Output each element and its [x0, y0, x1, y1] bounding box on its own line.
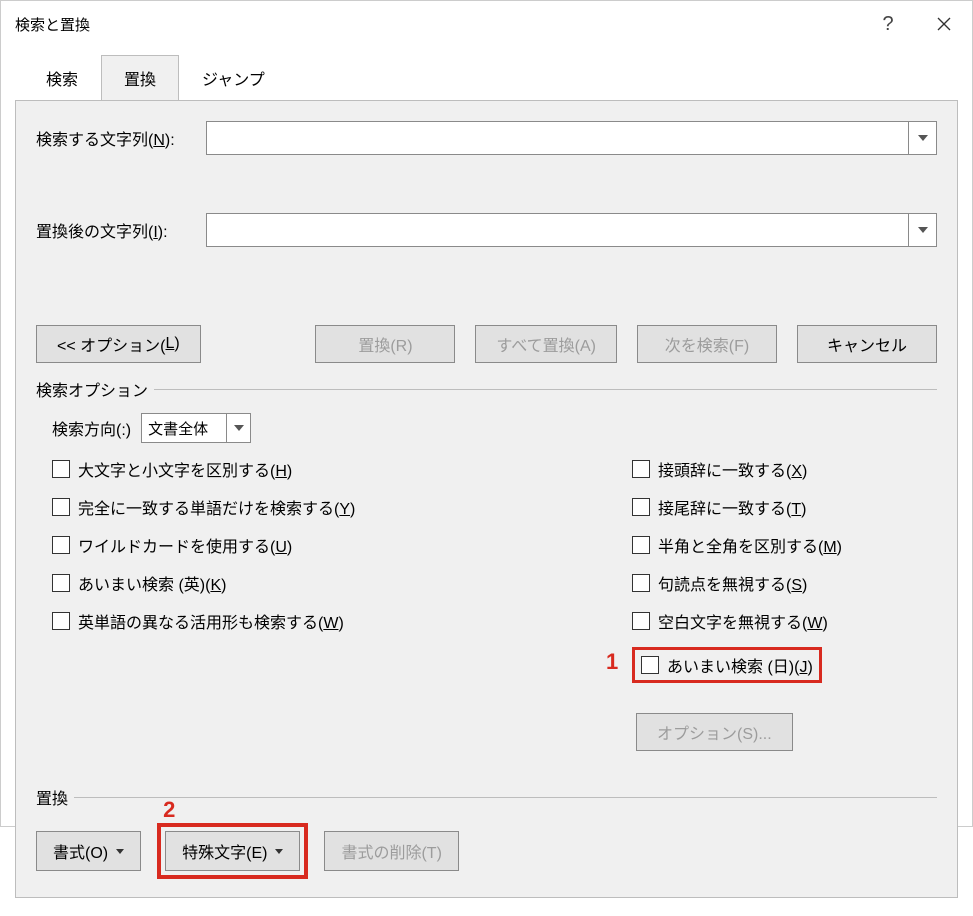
match-case-checkbox[interactable]: 大文字と小文字を区別する(H) [52, 457, 632, 481]
find-label: 検索する文字列(N): [36, 126, 206, 150]
fuzzy-options-button[interactable]: オプション(S)... [636, 713, 793, 751]
close-button[interactable] [916, 1, 972, 47]
match-prefix-checkbox[interactable]: 接頭辞に一致する(X) [632, 457, 937, 481]
tab-strip: 検索 置換 ジャンプ [23, 55, 958, 101]
tab-body: 検索する文字列(N): 置換後の文字列(I): << オプション(L) 置換(R… [15, 100, 958, 898]
find-row: 検索する文字列(N): [36, 121, 937, 155]
close-icon [937, 17, 951, 31]
replace-all-button[interactable]: すべて置換(A) [475, 325, 617, 363]
format-button[interactable]: 書式(O) [36, 831, 141, 871]
wildcards-checkbox[interactable]: ワイルドカードを使用する(U) [52, 533, 632, 557]
tab-search[interactable]: 検索 [23, 55, 101, 101]
chevron-down-icon [918, 135, 928, 141]
half-full-width-checkbox[interactable]: 半角と全角を区別する(M) [632, 533, 937, 557]
search-options-title: 検索オプション [36, 377, 937, 401]
replace-label: 置換後の文字列(I): [36, 218, 206, 242]
checkbox-columns: 大文字と小文字を区別する(H) 完全に一致する単語だけを検索する(Y) ワイルド… [52, 457, 937, 751]
fuzzy-options-row: オプション(S)... [632, 713, 937, 751]
action-buttons: << オプション(L) 置換(R) すべて置換(A) 次を検索(F) キャンセル [36, 325, 937, 363]
replace-format-buttons: 書式(O) 2 特殊文字(E) 書式の削除(T) [36, 823, 937, 879]
left-column: 大文字と小文字を区別する(H) 完全に一致する単語だけを検索する(Y) ワイルド… [52, 457, 632, 751]
replace-row: 置換後の文字列(I): [36, 213, 937, 247]
find-next-button[interactable]: 次を検索(F) [637, 325, 777, 363]
help-button[interactable]: ? [860, 1, 916, 47]
direction-value: 文書全体 [148, 418, 208, 439]
dialog-content: 検索 置換 ジャンプ 検索する文字列(N): 置換後の文字列(I): << オプ… [1, 47, 972, 916]
replace-button[interactable]: 置換(R) [315, 325, 455, 363]
annotation-2: 2 [163, 797, 175, 823]
highlight-2: 2 特殊文字(E) [157, 823, 308, 879]
replace-dropdown-button[interactable] [908, 214, 936, 246]
chevron-down-icon [918, 227, 928, 233]
whole-words-checkbox[interactable]: 完全に一致する単語だけを検索する(Y) [52, 495, 632, 519]
match-suffix-checkbox[interactable]: 接尾辞に一致する(T) [632, 495, 937, 519]
word-forms-checkbox[interactable]: 英単語の異なる活用形も検索する(W) [52, 609, 632, 633]
direction-select[interactable]: 文書全体 [141, 413, 251, 443]
ignore-whitespace-checkbox[interactable]: 空白文字を無視する(W) [632, 609, 937, 633]
find-dropdown-button[interactable] [908, 122, 936, 154]
fuzzy-jp-checkbox[interactable]: あいまい検索 (日)(J) [641, 653, 813, 677]
tab-replace[interactable]: 置換 [101, 55, 179, 101]
direction-row: 検索方向(:) 文書全体 [52, 413, 937, 443]
clear-format-button[interactable]: 書式の削除(T) [324, 831, 458, 871]
direction-label: 検索方向(:) [52, 416, 131, 440]
special-chars-button[interactable]: 特殊文字(E) [165, 831, 300, 871]
find-input[interactable] [206, 121, 937, 155]
highlight-1: あいまい検索 (日)(J) [632, 647, 822, 683]
direction-dropdown-button[interactable] [226, 414, 250, 442]
search-options: 検索方向(:) 文書全体 大文字と小文字を区別する(H) 完全に一致する単語だけ… [36, 413, 937, 751]
right-column: 接頭辞に一致する(X) 接尾辞に一致する(T) 半角と全角を区別する(M) 句読… [632, 457, 937, 751]
fuzzy-en-checkbox[interactable]: あいまい検索 (英)(K) [52, 571, 632, 595]
chevron-down-icon [116, 849, 124, 854]
less-options-button[interactable]: << オプション(L) [36, 325, 201, 363]
chevron-down-icon [234, 425, 244, 431]
cancel-button[interactable]: キャンセル [797, 325, 937, 363]
dialog-title: 検索と置換 [15, 14, 860, 35]
find-replace-dialog: 検索と置換 ? 検索 置換 ジャンプ 検索する文字列(N): 置換後の文字列(I… [0, 0, 973, 827]
chevron-down-icon [275, 849, 283, 854]
replace-input[interactable] [206, 213, 937, 247]
titlebar: 検索と置換 ? [1, 1, 972, 47]
tab-jump[interactable]: ジャンプ [179, 55, 288, 101]
annotation-1: 1 [606, 649, 618, 675]
ignore-punctuation-checkbox[interactable]: 句読点を無視する(S) [632, 571, 937, 595]
